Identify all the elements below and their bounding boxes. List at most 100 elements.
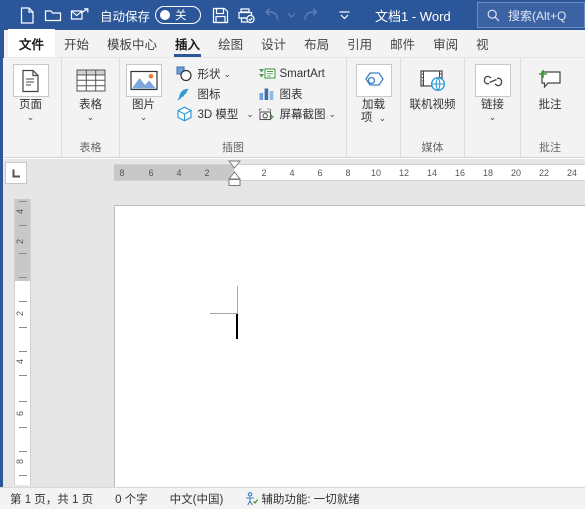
email-send-icon[interactable] xyxy=(66,3,92,27)
addin-icon xyxy=(355,64,392,97)
link-caret-icon[interactable]: ⌄ xyxy=(489,113,497,122)
status-language[interactable]: 中文(中国) xyxy=(170,491,224,507)
ribbon-group-pages: 页面 ⌄ xyxy=(0,58,62,157)
page-icon xyxy=(12,64,49,97)
ribbon-group-comments: 批注 批注 xyxy=(521,58,579,157)
status-page-info[interactable]: 第 1 页，共 1 页 xyxy=(10,491,93,507)
model3d-button-label: 3D 模型 xyxy=(197,109,239,121)
tab-draw[interactable]: 绘图 xyxy=(209,30,252,57)
tab-stop-selector[interactable] xyxy=(5,162,27,184)
autosave-state-label: 关 xyxy=(175,10,187,22)
ribbon-group-addins: 加载 项 ⌄ xyxy=(347,58,401,157)
model3d-icon xyxy=(176,105,194,123)
addins-button[interactable]: 加载 项 ⌄ xyxy=(350,62,398,125)
document-page[interactable] xyxy=(114,205,585,487)
addins-caret-icon[interactable]: ⌄ xyxy=(379,113,387,123)
pictures-caret-icon[interactable]: ⌄ xyxy=(140,113,148,122)
table-button[interactable]: 表格 ⌄ xyxy=(67,62,115,122)
search-input[interactable]: 搜索(Alt+Q xyxy=(477,2,585,28)
smartart-icon xyxy=(258,65,276,83)
tab-mailings[interactable]: 邮件 xyxy=(381,30,424,57)
vruler-tick: 6 xyxy=(15,411,25,417)
text-cursor xyxy=(236,314,238,339)
undo-icon[interactable] xyxy=(259,3,285,27)
hruler-tick: 4 xyxy=(176,168,182,178)
open-folder-icon[interactable] xyxy=(40,3,66,27)
hruler-tick: 4 xyxy=(289,168,295,178)
tab-template-center[interactable]: 模板中心 xyxy=(98,30,166,57)
pages-caret-icon[interactable]: ⌄ xyxy=(27,113,35,122)
hruler-tick: 2 xyxy=(261,168,267,178)
pictures-button[interactable]: 图片 ⌄ xyxy=(120,62,168,122)
hruler-tick: 12 xyxy=(398,168,410,178)
ribbon-group-illustrations: 图片 ⌄ 形状 ⌄ 图标 3D 模型 ⌄ SmartArt 图表 屏幕截图 ⌄ … xyxy=(120,58,347,157)
pages-button[interactable]: 页面 ⌄ xyxy=(7,62,55,122)
hruler-tick: 22 xyxy=(538,168,550,178)
tab-insert[interactable]: 插入 xyxy=(166,30,209,57)
status-bar: 第 1 页，共 1 页 0 个字 中文(中国) 辅助功能: 一切就绪 xyxy=(0,487,585,509)
tab-draw-label: 绘图 xyxy=(218,38,244,52)
new-document-icon[interactable] xyxy=(14,3,40,27)
indent-markers[interactable] xyxy=(227,160,242,192)
status-accessibility[interactable]: 辅助功能: 一切就绪 xyxy=(245,491,360,507)
picture-icon xyxy=(125,64,162,97)
online-video-icon xyxy=(415,64,451,97)
illustrations-col-1: 形状 ⌄ 图标 3D 模型 ⌄ xyxy=(174,62,254,124)
ribbon-group-links: 链接 ⌄ xyxy=(465,58,521,157)
screenshot-button[interactable]: 屏幕截图 ⌄ xyxy=(256,104,351,124)
tab-review[interactable]: 审阅 xyxy=(424,30,467,57)
shapes-button[interactable]: 形状 ⌄ xyxy=(174,64,254,84)
new-comment-button-label: 批注 xyxy=(538,99,562,111)
autosave-toggle[interactable]: 关 xyxy=(155,6,202,24)
status-word-count[interactable]: 0 个字 xyxy=(115,491,148,507)
shapes-icon xyxy=(176,65,194,83)
tab-review-label: 审阅 xyxy=(433,38,459,52)
horizontal-ruler[interactable]: 8 6 4 2 2 4 6 8 10 12 14 16 18 20 22 24 xyxy=(114,164,585,181)
tab-home[interactable]: 开始 xyxy=(55,30,98,57)
new-comment-button[interactable]: 批注 xyxy=(526,62,574,112)
search-icon xyxy=(487,9,500,21)
status-accessibility-label: 辅助功能: 一切就绪 xyxy=(261,493,360,506)
tab-layout[interactable]: 布局 xyxy=(295,30,338,57)
table-caret-icon[interactable]: ⌄ xyxy=(87,113,95,122)
online-video-button[interactable]: 联机视频 xyxy=(403,62,463,112)
table-icon xyxy=(73,64,109,97)
addins-button-label2: 项 ⌄ xyxy=(361,112,386,125)
ribbon-group-illustrations-label: 插图 xyxy=(222,142,244,154)
tab-file[interactable]: 文件 xyxy=(8,29,56,57)
undo-dropdown-icon[interactable] xyxy=(285,3,297,27)
save-icon[interactable] xyxy=(207,3,233,27)
tab-references[interactable]: 引用 xyxy=(338,30,381,57)
autosave-label: 自动保存 xyxy=(100,9,151,24)
smartart-button[interactable]: SmartArt xyxy=(256,64,351,84)
tab-design[interactable]: 设计 xyxy=(252,30,295,57)
hruler-tick: 14 xyxy=(426,168,438,178)
ribbon-group-media: 联机视频 媒体 xyxy=(401,58,465,157)
chart-icon xyxy=(258,85,276,103)
addins-button-label2-text: 项 xyxy=(360,112,373,124)
chart-button[interactable]: 图表 xyxy=(256,84,351,104)
link-button[interactable]: 链接 ⌄ xyxy=(469,62,517,122)
shapes-caret-icon[interactable]: ⌄ xyxy=(224,69,232,80)
model3d-caret-icon[interactable]: ⌄ xyxy=(246,109,254,120)
icons-button[interactable]: 图标 xyxy=(174,84,254,104)
screenshot-icon xyxy=(258,105,276,123)
screenshot-caret-icon[interactable]: ⌄ xyxy=(329,109,337,120)
tab-template-center-label: 模板中心 xyxy=(107,38,158,52)
hruler-tick: 24 xyxy=(566,168,578,178)
link-button-label: 链接 xyxy=(481,99,504,111)
ribbon-group-tables: 表格 ⌄ 表格 xyxy=(62,58,120,157)
print-preview-icon[interactable] xyxy=(233,3,259,27)
tab-view[interactable]: 视 xyxy=(467,30,498,57)
customize-qat-icon[interactable] xyxy=(331,3,357,27)
hruler-tick: 18 xyxy=(482,168,494,178)
model3d-button[interactable]: 3D 模型 ⌄ xyxy=(174,104,254,124)
illustrations-col-2: SmartArt 图表 屏幕截图 ⌄ xyxy=(256,62,351,124)
left-tab-icon xyxy=(12,169,20,177)
vruler-tick: 4 xyxy=(15,209,25,215)
online-video-button-label: 联机视频 xyxy=(409,99,456,111)
icons-icon xyxy=(176,85,194,103)
redo-icon[interactable] xyxy=(297,3,323,27)
title-bar: 自动保存 关 文档1 - Word 搜索(Alt+Q xyxy=(0,0,585,30)
vertical-ruler[interactable]: 4 2 2 4 6 8 xyxy=(14,199,31,485)
